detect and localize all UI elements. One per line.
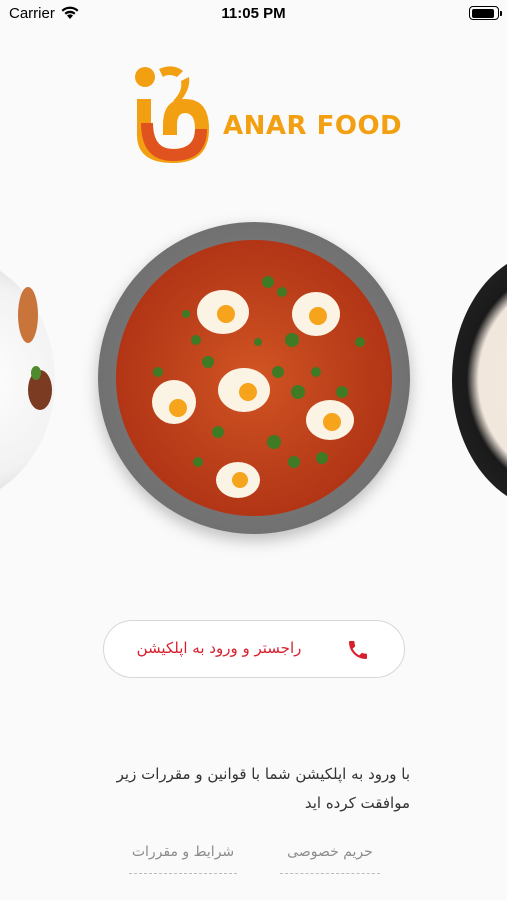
status-bar: Carrier 11:05 PM bbox=[0, 0, 507, 28]
food-carousel[interactable] bbox=[0, 210, 507, 550]
terms-agreement-text: با ورود به اپلکیشن شما با قوانین و مقررا… bbox=[116, 765, 410, 812]
welcome-screen: Carrier 11:05 PM ANAR FOOD راجستر و ورود… bbox=[0, 0, 507, 900]
dish-center-image[interactable] bbox=[98, 222, 410, 534]
battery-fill bbox=[471, 8, 495, 18]
battery-icon bbox=[469, 6, 502, 20]
app-logo: ANAR FOOD bbox=[133, 63, 402, 165]
terms-conditions-link[interactable]: شرایط و مقررات bbox=[129, 844, 237, 874]
shakshuka-illustration bbox=[116, 240, 392, 516]
privacy-policy-link[interactable]: حریم خصوصی bbox=[280, 844, 380, 874]
dish-left-garnish bbox=[18, 287, 52, 410]
clock: 11:05 PM bbox=[221, 5, 286, 22]
logo-text: ANAR FOOD bbox=[223, 111, 403, 141]
dish-left-image[interactable] bbox=[0, 255, 55, 505]
dish-right-image[interactable] bbox=[452, 250, 507, 510]
anar-food-logo-icon bbox=[135, 66, 209, 163]
register-login-button[interactable]: راجستر و ورود به اپلکیشن bbox=[103, 620, 405, 678]
phone-icon bbox=[349, 641, 367, 659]
register-button-label: راجستر و ورود به اپلکیشن bbox=[136, 639, 302, 657]
